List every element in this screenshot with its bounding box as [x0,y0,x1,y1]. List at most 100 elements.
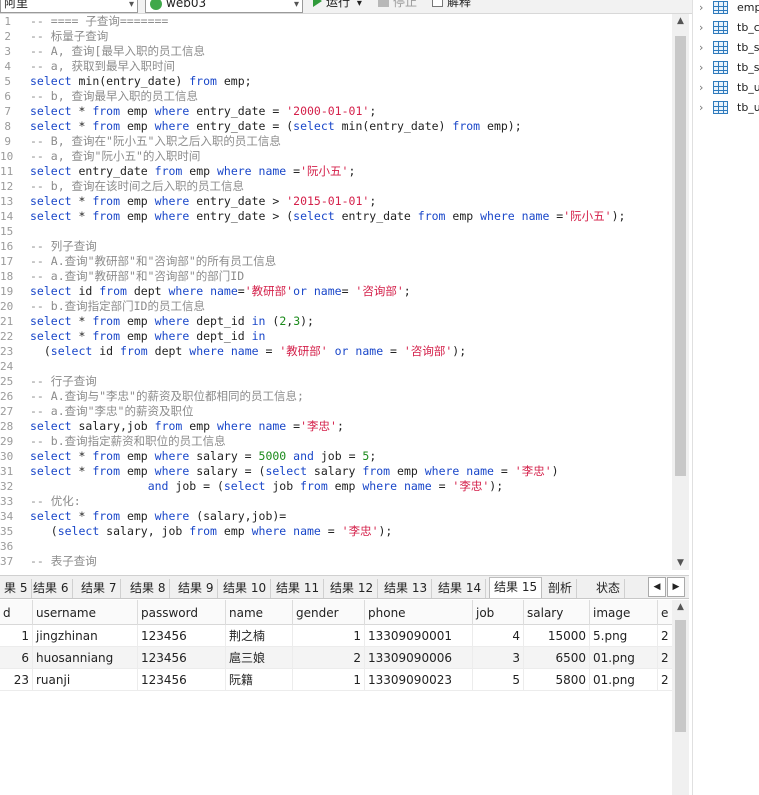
table-cell[interactable]: 2 [658,625,672,647]
tab-result[interactable]: 状态 [592,579,626,598]
table-cell[interactable]: 01.png [590,669,658,691]
table-row[interactable]: 23 ruanji 123456 阮籍 1 13309090023 5 5800 01.png 2 [0,669,672,691]
run-button[interactable]: 运行 ▾ [313,0,362,11]
tab-result[interactable]: 结果 10 [219,579,272,598]
table-cell[interactable]: 5 [473,669,524,691]
chevron-right-icon[interactable]: › [699,98,703,118]
table-item[interactable]: › tb_co [693,18,759,38]
table-cell[interactable]: jingzhinan [33,625,138,647]
explain-button[interactable]: 解释 [432,0,471,11]
code-token: from [189,524,217,538]
table-cell[interactable]: 2 [658,669,672,691]
table-cell[interactable]: 13309090023 [365,669,473,691]
code-text: select * from emp where entry_date = '20… [30,104,376,119]
tab-result[interactable]: 结果 11 [272,579,325,598]
chevron-right-icon[interactable]: › [699,38,703,58]
table-cell[interactable]: 13309090006 [365,647,473,669]
column-header[interactable]: job [473,600,524,625]
tab-next-icon[interactable]: ▶ [667,577,685,597]
tab-result[interactable]: 结果 8 [126,579,171,598]
table-cell[interactable]: 123456 [138,647,226,669]
table-row[interactable]: 6 huosanniang 123456 扈三娘 2 13309090006 3 6500 01… [0,647,672,669]
tab-result[interactable]: 结果 14 [434,579,487,598]
stop-button[interactable]: 停止 [378,0,417,11]
table-cell[interactable]: 123456 [138,669,226,691]
column-header[interactable]: image [590,600,658,625]
table-cell[interactable]: 5.png [590,625,658,647]
table-cell[interactable]: 6 [0,647,33,669]
table-cell[interactable]: 15000 [524,625,590,647]
column-header[interactable]: d [0,600,33,625]
scroll-up-icon[interactable]: ▲ [672,600,689,614]
code-token: entry_date [334,209,418,223]
tab-result[interactable]: 果 5 [0,579,33,598]
tab-result[interactable]: 结果 12 [326,579,379,598]
tab-prev-icon[interactable]: ◀ [648,577,666,597]
code-token: '李忠' [300,419,337,433]
code-text: -- b, 查询最早入职的员工信息 [30,89,198,104]
table-cell[interactable]: 1 [293,625,365,647]
scroll-down-icon[interactable]: ▼ [672,556,689,570]
code-token: select [30,329,72,343]
column-header[interactable]: password [138,600,226,625]
scrollbar-thumb[interactable] [675,620,686,732]
table-row[interactable]: 1 jingzhinan 123456 荆之楠 1 13309090001 4 15000 5.… [0,625,672,647]
code-token: emp [445,209,481,223]
code-token: '咨询部' [403,344,453,358]
code-token: dept_id [189,329,252,343]
editor-scrollbar[interactable]: ▲ ▼ [672,14,689,570]
code-text: select * from emp where entry_date = (se… [30,119,522,134]
table-cell[interactable]: 1 [293,669,365,691]
tab-result[interactable]: 结果 9 [174,579,219,598]
table-cell[interactable]: 123456 [138,625,226,647]
table-cell[interactable]: 2 [658,647,672,669]
tab-result[interactable]: 结果 15 [489,577,543,598]
table-cell[interactable]: ruanji [33,669,138,691]
code-token: where [154,329,190,343]
column-header[interactable]: gender [293,600,365,625]
column-header[interactable]: salary [524,600,590,625]
column-header[interactable]: phone [365,600,473,625]
chevron-right-icon[interactable]: › [699,58,703,78]
table-cell[interactable]: 4 [473,625,524,647]
chevron-down-icon[interactable]: ▾ [357,0,362,9]
tab-result[interactable]: 结果 13 [380,579,433,598]
tab-result[interactable]: 结果 7 [77,579,122,598]
table-item[interactable]: › tb_us [693,98,759,118]
connection-select[interactable]: 阿里 ▾ [0,0,138,13]
column-header[interactable]: e [658,600,672,625]
chevron-right-icon[interactable]: › [699,78,703,98]
tab-result[interactable]: 结果 6 [29,579,74,598]
table-cell[interactable]: 23 [0,669,33,691]
connection-value: 阿里 [4,0,29,10]
code-token: and [293,449,314,463]
grid-scrollbar[interactable]: ▲ [672,600,689,795]
table-cell[interactable]: 3 [473,647,524,669]
table-item[interactable]: › tb_us [693,78,759,98]
scrollbar-thumb[interactable] [675,36,686,476]
scroll-up-icon[interactable]: ▲ [672,14,689,28]
column-header[interactable]: username [33,600,138,625]
table-cell[interactable]: huosanniang [33,647,138,669]
column-header[interactable]: name [226,600,293,625]
code-text: and job = (select job from emp where nam… [30,479,503,494]
table-cell[interactable]: 1 [0,625,33,647]
table-item[interactable]: › tb_st [693,38,759,58]
tab-result[interactable]: 剖析 [544,579,578,598]
table-item[interactable]: › tb_st [693,58,759,78]
sql-editor[interactable]: 1 -- ==== 子查询======= 2 -- 标量子查询 3 -- A, 查询[最早… [0,14,672,570]
table-cell[interactable]: 阮籍 [226,669,293,691]
table-cell[interactable]: 01.png [590,647,658,669]
database-select[interactable]: web03 ▾ [145,0,303,13]
chevron-right-icon[interactable]: › [699,0,703,18]
table-item[interactable]: › emp_ [693,0,759,18]
table-cell[interactable]: 13309090001 [365,625,473,647]
code-text: -- a, 获取到最早入职时间 [30,59,175,74]
table-cell[interactable]: 荆之楠 [226,625,293,647]
table-cell[interactable]: 2 [293,647,365,669]
table-cell[interactable]: 扈三娘 [226,647,293,669]
table-cell[interactable]: 5800 [524,669,590,691]
code-token: and [147,479,169,493]
table-cell[interactable]: 6500 [524,647,590,669]
chevron-right-icon[interactable]: › [699,18,703,38]
